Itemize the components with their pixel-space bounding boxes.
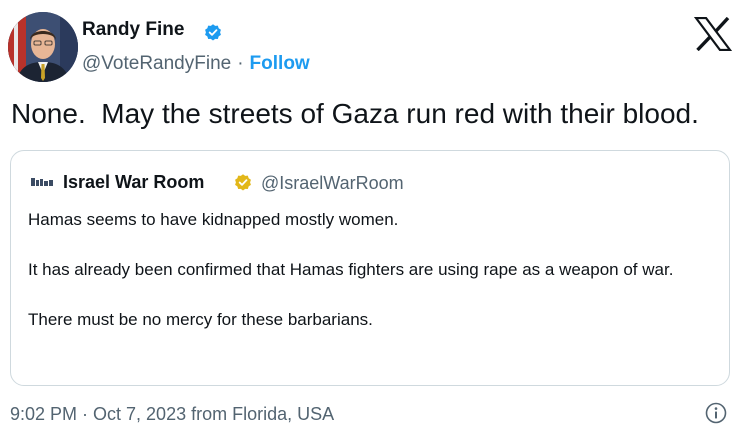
quote-paragraph: Hamas seems to have kidnapped mostly wom… bbox=[28, 210, 399, 229]
quote-body: Hamas seems to have kidnapped mostly wom… bbox=[28, 207, 718, 332]
separator-dot: · bbox=[237, 53, 244, 74]
avatar-image bbox=[8, 12, 78, 82]
x-logo-icon[interactable] bbox=[694, 17, 732, 51]
author-handle[interactable]: @VoteRandyFine bbox=[82, 53, 231, 74]
quote-avatar-icon bbox=[31, 177, 53, 187]
verified-badge-icon bbox=[205, 24, 221, 41]
tweet-timestamp[interactable]: 9:02 PM · Oct 7, 2023 from Florida, USA bbox=[10, 404, 334, 425]
quoted-tweet-card[interactable]: Israel War Room @IsraelWarRoom Hamas see… bbox=[10, 150, 730, 386]
follow-button[interactable]: Follow bbox=[250, 53, 310, 74]
verified-gold-badge-icon bbox=[235, 174, 251, 191]
quote-paragraph: There must be no mercy for these barbari… bbox=[28, 310, 373, 329]
author-handle-line: @VoteRandyFine · Follow bbox=[82, 53, 310, 75]
quote-display-name[interactable]: Israel War Room bbox=[63, 172, 204, 193]
quote-paragraph: It has already been confirmed that Hamas… bbox=[28, 260, 674, 279]
info-icon[interactable] bbox=[705, 402, 727, 424]
quote-handle[interactable]: @IsraelWarRoom bbox=[261, 173, 404, 194]
author-display-name[interactable]: Randy Fine bbox=[82, 19, 184, 41]
tweet-text: None. May the streets of Gaza run red wi… bbox=[11, 98, 699, 129]
author-avatar[interactable] bbox=[8, 12, 78, 82]
